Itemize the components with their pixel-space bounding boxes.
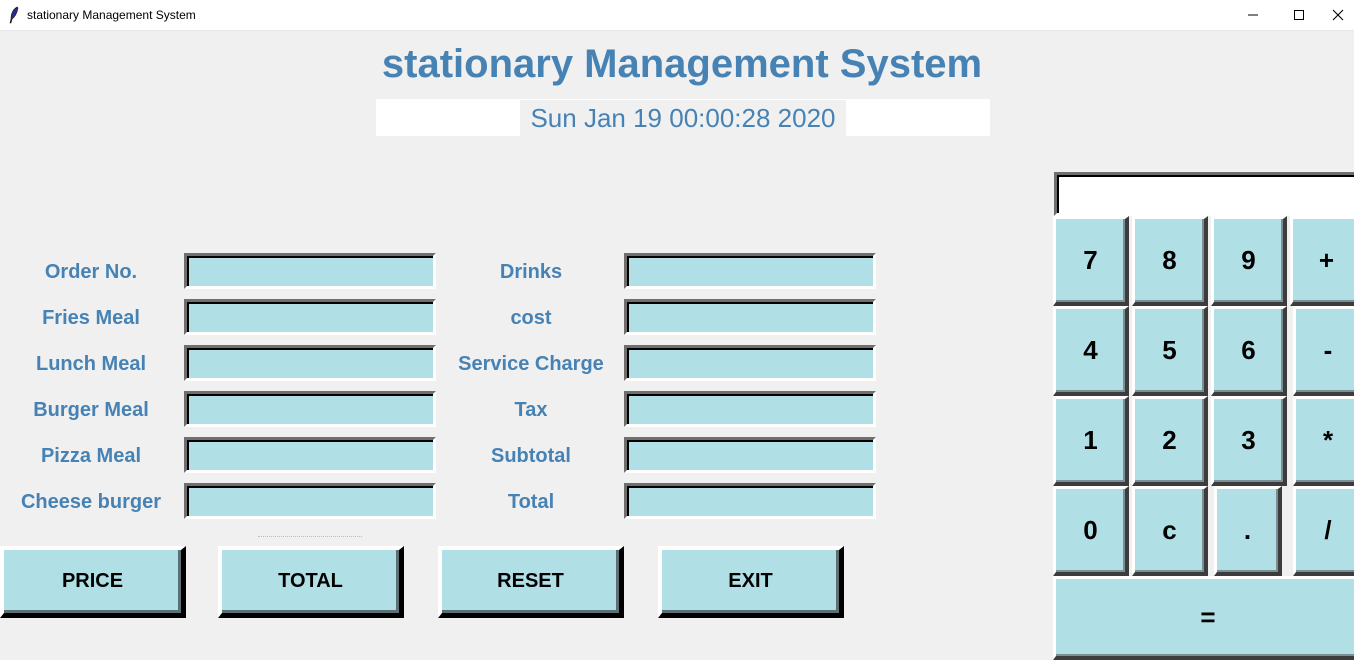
close-icon [1332,9,1344,21]
calc-key-minus[interactable]: - [1293,306,1354,396]
calc-key-3[interactable]: 3 [1211,396,1287,486]
drinks-label: Drinks [499,261,563,283]
calc-key-9[interactable]: 9 [1211,216,1287,306]
calc-key-0[interactable]: 0 [1053,486,1129,576]
lunch-meal-label: Lunch Meal [35,353,146,375]
total-label: Total [507,491,555,513]
calc-key-1[interactable]: 1 [1053,396,1129,486]
lunch-meal-field[interactable] [184,345,436,381]
burger-meal-field[interactable] [184,391,436,427]
cost-field[interactable] [624,299,876,335]
tax-field[interactable] [624,391,876,427]
cheese-burger-label: Cheese burger [20,491,162,513]
total-field[interactable] [624,483,876,519]
calc-key-6[interactable]: 6 [1211,306,1287,396]
minimize-icon [1248,14,1258,16]
calc-key-2[interactable]: 2 [1132,396,1208,486]
date-time-label: Sun Jan 19 00:00:28 2020 [520,100,846,136]
burger-meal-label: Burger Meal [33,399,149,421]
calc-key-plus[interactable]: + [1290,216,1354,306]
subtotal-label: Subtotal [491,445,571,467]
calc-key-7[interactable]: 7 [1053,216,1129,306]
order-no-field[interactable] [184,253,436,289]
calc-key-4[interactable]: 4 [1053,306,1129,396]
service-charge-label: Service Charge [458,353,604,375]
maximize-icon [1294,10,1304,20]
window-titlebar: stationary Management System [0,0,1354,31]
total-button[interactable]: TOTAL [218,546,404,618]
calc-key-5[interactable]: 5 [1132,306,1208,396]
separator [258,536,362,537]
tax-label: Tax [514,399,548,421]
fries-meal-field[interactable] [184,299,436,335]
page-title: stationary Management System [381,42,983,86]
calc-key-multiply[interactable]: * [1293,396,1354,486]
service-charge-field[interactable] [624,345,876,381]
calculator-display[interactable] [1054,172,1354,216]
calc-key-divide[interactable]: / [1293,486,1354,576]
subtotal-field[interactable] [624,437,876,473]
fries-meal-label: Fries Meal [42,307,140,329]
price-button[interactable]: PRICE [0,546,186,618]
pizza-meal-field[interactable] [184,437,436,473]
calc-key-decimal[interactable]: . [1214,486,1282,576]
cheese-burger-field[interactable] [184,483,436,519]
calc-key-clear[interactable]: c [1132,486,1208,576]
feather-icon [9,6,19,24]
close-button[interactable] [1322,0,1354,30]
window-title: stationary Management System [27,8,196,22]
drinks-field[interactable] [624,253,876,289]
pizza-meal-label: Pizza Meal [40,445,142,467]
cost-label: cost [510,307,552,329]
maximize-button[interactable] [1276,0,1322,30]
reset-button[interactable]: RESET [438,546,624,618]
exit-button[interactable]: EXIT [658,546,844,618]
calc-key-equals[interactable]: = [1053,576,1354,660]
order-no-label: Order No. [44,261,138,283]
calc-key-8[interactable]: 8 [1132,216,1208,306]
minimize-button[interactable] [1230,0,1276,30]
